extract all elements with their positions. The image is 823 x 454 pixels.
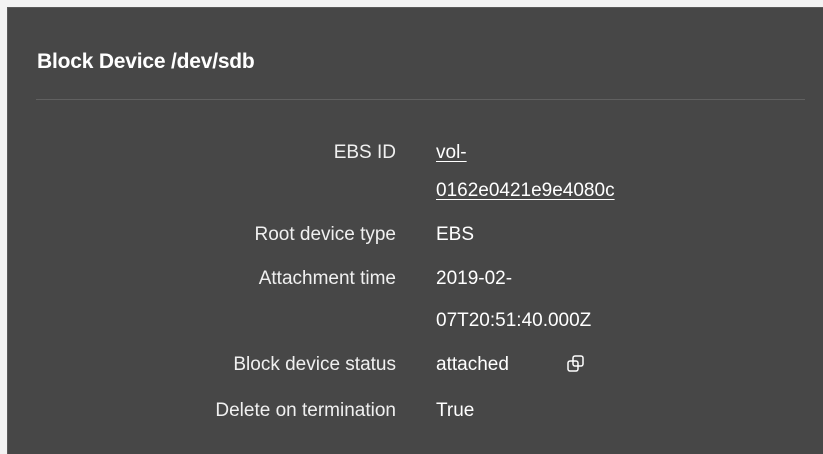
attachment-time-value-line2: 07T20:51:40.000Z	[436, 310, 592, 331]
delete-on-termination-label: Delete on termination	[215, 400, 396, 421]
attachment-time-value-line1: 2019-02-	[436, 268, 513, 289]
root-device-type-label: Root device type	[254, 224, 396, 245]
delete-on-termination-value: True	[436, 400, 475, 421]
copy-icon[interactable]	[565, 353, 587, 375]
ebs-id-label: EBS ID	[333, 142, 396, 163]
ebs-id-link-line1[interactable]: vol-	[436, 141, 467, 165]
screen-frame: Block Device /dev/sdb EBS ID vol- 0162e0…	[0, 0, 823, 454]
ebs-id-link-part1[interactable]: vol-	[436, 142, 467, 163]
ebs-id-link-line2[interactable]: 0162e0421e9e4080c	[436, 179, 615, 203]
block-device-status-label: Block device status	[233, 354, 396, 375]
block-device-status-value: attached	[436, 354, 509, 375]
root-device-type-value: EBS	[436, 224, 475, 245]
panel-title: Block Device /dev/sdb	[37, 50, 255, 73]
title-divider	[36, 99, 805, 100]
attachment-time-label: Attachment time	[258, 268, 396, 289]
block-device-panel: Block Device /dev/sdb EBS ID vol- 0162e0…	[7, 7, 823, 454]
ebs-id-link-part2[interactable]: 0162e0421e9e4080c	[436, 180, 615, 201]
